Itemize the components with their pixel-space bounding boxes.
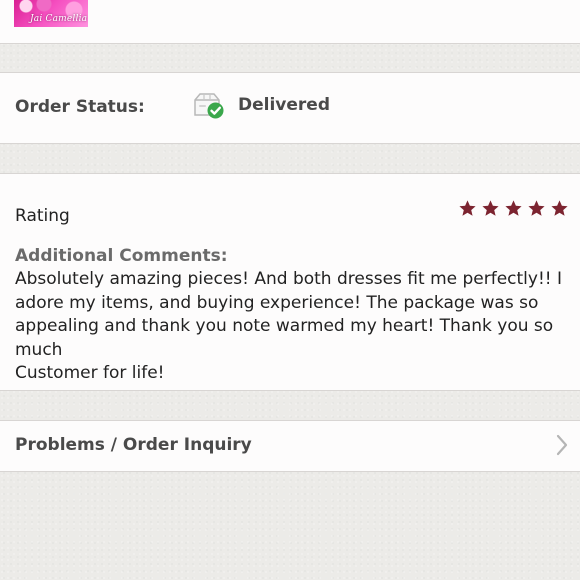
rating-stars (458, 199, 569, 218)
top-card: Jai Camellia (0, 0, 580, 44)
problems-order-inquiry-label: Problems / Order Inquiry (15, 435, 252, 455)
listing-thumbnail[interactable]: Jai Camellia (14, 0, 88, 27)
thumbnail-label: Jai Camellia (30, 14, 88, 24)
star-icon (551, 200, 568, 216)
star-icon (482, 200, 499, 216)
chevron-right-icon (556, 434, 568, 456)
star-icon (459, 200, 476, 216)
rating-title: Rating (15, 206, 70, 226)
delivered-box-check-icon (194, 93, 224, 119)
additional-comments-text: Absolutely amazing pieces! And both dres… (15, 269, 563, 383)
order-status-value: Delivered (238, 95, 330, 115)
order-status-label: Order Status: (15, 97, 145, 117)
star-icon (528, 200, 545, 216)
additional-comments-label: Additional Comments: (15, 246, 228, 266)
star-icon (505, 200, 522, 216)
